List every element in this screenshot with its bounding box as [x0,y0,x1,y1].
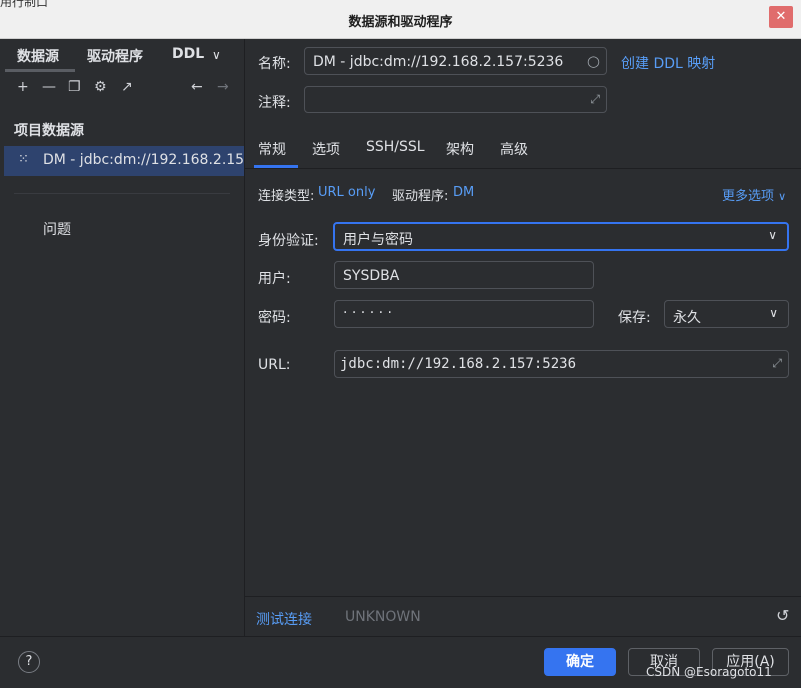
comment-field[interactable]: ⤢ [304,86,607,113]
comment-label: 注释: [258,95,291,111]
datasource-label: DM - jdbc:dm://192.168.2.157:5236 [43,152,244,168]
url-label: URL: [258,357,291,373]
password-value: · · · · · · [343,305,392,321]
more-options-link[interactable]: 更多选项 ∨ [722,185,786,204]
save-value: 永久 [673,310,701,326]
add-icon[interactable]: + [17,79,29,95]
tab-ddl[interactable]: DDL [172,46,204,62]
tab-drivers[interactable]: 驱动程序 [87,46,143,66]
name-field[interactable]: DM - jdbc:dm://192.168.2.157:5236 ○ [304,47,607,75]
connection-type-label: 连接类型: [258,189,315,204]
expand-icon[interactable]: ⤢ [590,92,600,107]
chevron-down-icon: ∨ [778,190,787,203]
reset-icon[interactable]: ↺ [776,606,789,625]
tab-options[interactable]: 选项 [312,139,340,159]
open-external-icon[interactable]: ↗ [121,79,133,95]
datasource-icon: ⁙ [18,152,29,167]
save-select[interactable]: 永久 ∨ [664,300,789,328]
window-title: 数据源和驱动程序 [348,15,453,30]
ok-button[interactable]: 确定 [544,648,616,676]
divider [14,193,230,194]
driver-link[interactable]: DM [453,185,474,200]
create-ddl-mapping-link[interactable]: 创建 DDL 映射 [621,53,715,73]
tabs-more-chevron-icon[interactable]: ∨ [212,48,221,62]
copy-icon[interactable]: ❐ [68,79,81,95]
help-button[interactable]: ? [18,651,40,673]
back-arrow-icon[interactable]: ← [191,79,203,95]
user-value: SYSDBA [343,268,400,284]
connection-type-link[interactable]: URL only [318,185,375,200]
user-field[interactable]: SYSDBA [334,261,594,289]
chevron-down-icon: ∨ [768,228,777,242]
driver-label: 驱动程序: [392,189,449,204]
divider [0,636,801,637]
datasource-list-item[interactable]: ⁙ DM - jdbc:dm://192.168.2.157:5236 [4,146,244,176]
settings-icon[interactable]: ⚙ [94,79,107,95]
auth-value: 用户与密码 [343,232,413,248]
forward-arrow-icon[interactable]: → [217,79,229,95]
background-window-fragment: 用行制口 [0,0,49,9]
project-datasources-heading: 项目数据源 [14,123,84,139]
password-label: 密码: [258,310,291,326]
remove-icon[interactable]: — [42,79,56,95]
name-value: DM - jdbc:dm://192.168.2.157:5236 [313,54,564,70]
expand-icon[interactable]: ⤢ [772,356,782,371]
auth-label: 身份验证: [258,233,319,249]
left-panel: 数据源 驱动程序 DDL ∨ + — ❐ ⚙ ↗ ← → 项目数据源 ⁙ DM … [0,39,245,636]
save-label: 保存: [618,310,651,326]
more-options-label: 更多选项 [722,189,775,204]
tab-general[interactable]: 常规 [258,139,286,159]
tab-schemas[interactable]: 架构 [446,139,474,159]
connection-status: UNKNOWN [345,609,421,625]
watermark: CSDN @Esoragoto11 [646,665,772,679]
tab-advanced[interactable]: 高级 [500,139,528,159]
clear-icon[interactable]: ○ [587,52,600,70]
active-tab-indicator [5,69,75,72]
close-button[interactable]: ✕ [769,6,793,28]
title-bar: 用行制口 数据源和驱动程序 ✕ [0,0,801,39]
auth-select[interactable]: 用户与密码 ∨ [333,222,789,251]
url-value: jdbc:dm://192.168.2.157:5236 [340,356,577,372]
problems-item[interactable]: 问题 [43,219,71,239]
chevron-down-icon: ∨ [769,306,778,320]
divider [245,168,801,169]
divider [245,596,801,597]
name-label: 名称: [258,56,291,72]
tab-ssh-ssl[interactable]: SSH/SSL [366,139,425,155]
test-connection-link[interactable]: 测试连接 [256,609,312,629]
password-field[interactable]: · · · · · · [334,300,594,328]
tab-datasources[interactable]: 数据源 [17,46,59,66]
user-label: 用户: [258,271,291,287]
url-field[interactable]: jdbc:dm://192.168.2.157:5236 ⤢ [334,350,789,378]
